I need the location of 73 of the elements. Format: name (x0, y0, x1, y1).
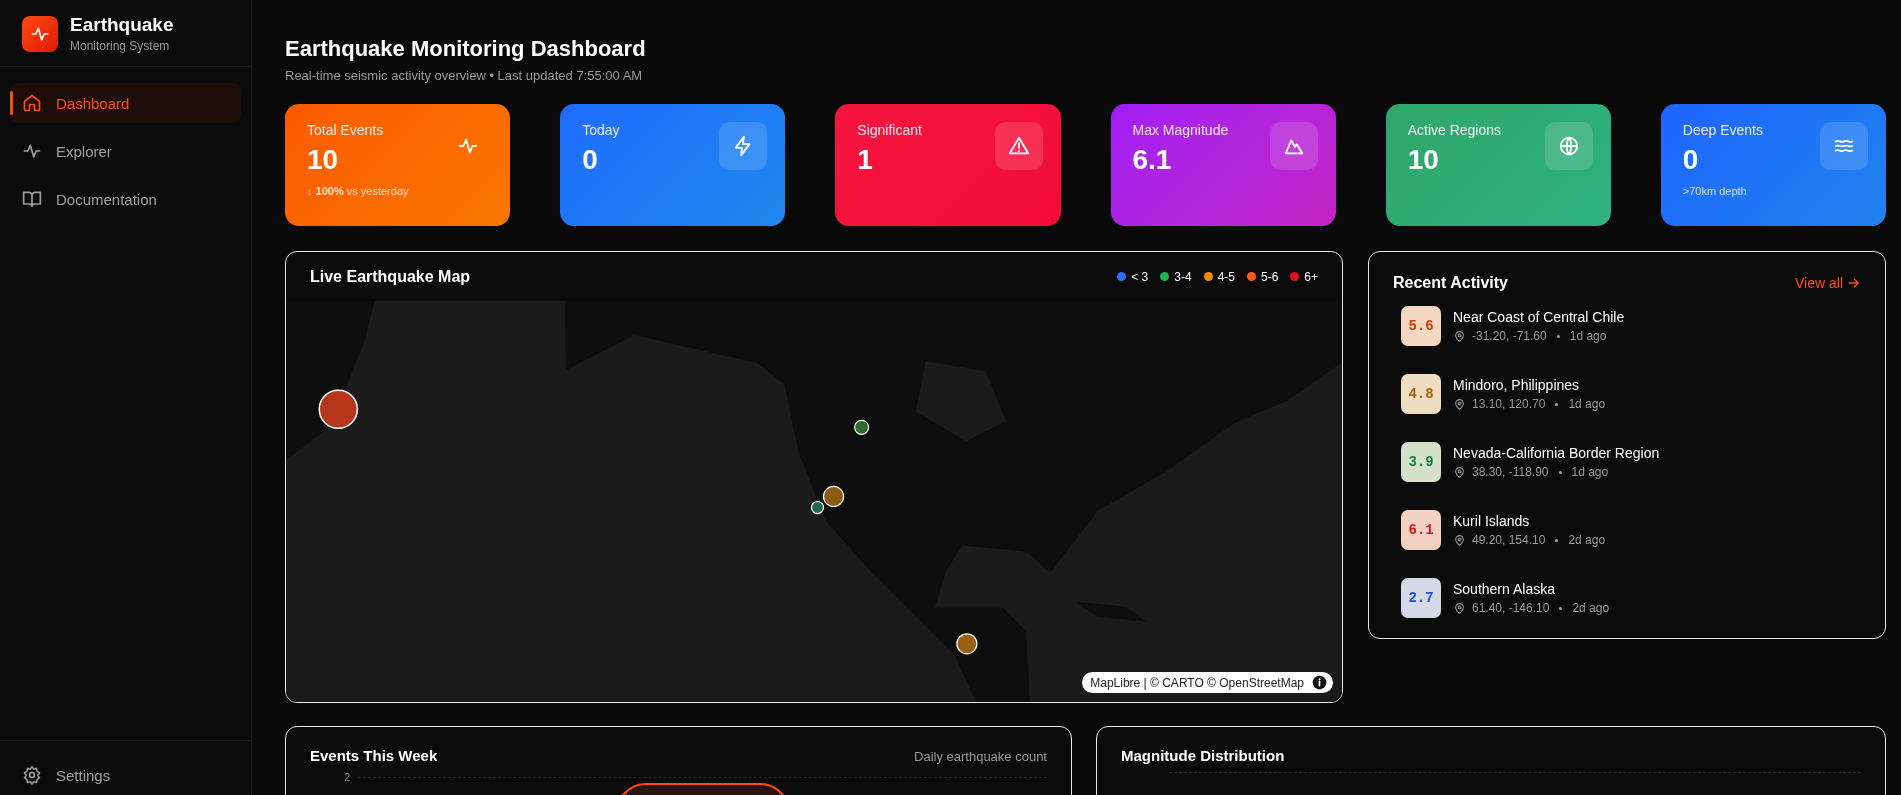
stat-value: 0 (582, 144, 598, 176)
coordinates: 13.10, 120.70 (1472, 397, 1546, 411)
magnitude-badge: 2.7 (1401, 578, 1441, 618)
legend-label: 4-5 (1217, 269, 1235, 284)
legend-label: 3-4 (1174, 269, 1192, 284)
stat-label: Total Events (307, 122, 384, 138)
place-name: Southern Alaska (1453, 581, 1556, 597)
magnitude-badge: 5.6 (1401, 306, 1441, 346)
stat-label: Max Magnitude (1132, 122, 1229, 138)
time-ago: 1d ago (1568, 397, 1606, 411)
panel-title: Live Earthquake Map (310, 267, 471, 286)
location-pin-icon (1453, 397, 1466, 411)
stat-label: Deep Events (1682, 122, 1763, 138)
time-ago: 2d ago (1568, 533, 1606, 547)
place-name: Mindoro, Philippines (1453, 377, 1581, 393)
separator-dot (1558, 470, 1562, 474)
stat-value: 10 (307, 144, 339, 176)
stat-label: Today (582, 122, 620, 138)
stat-value: 1 (857, 144, 873, 176)
warning-icon (1007, 135, 1030, 157)
app-subtitle: Monitoring System (70, 39, 171, 53)
view-all-link[interactable]: View all (1795, 275, 1861, 291)
stat-note: >70km depth (1682, 185, 1748, 197)
separator-dot (1555, 538, 1559, 542)
nav-item[interactable]: Explorer (10, 131, 241, 171)
page-title: Earthquake Monitoring Dashboard (285, 36, 647, 62)
time-ago: 2d ago (1572, 601, 1610, 615)
time-ago: 1d ago (1571, 465, 1609, 479)
coordinates: 38.30, -118.90 (1472, 465, 1549, 479)
arrow-icon (1847, 276, 1861, 290)
coordinates: 49.20, 154.10 (1472, 533, 1546, 547)
location-pin-icon (1453, 533, 1466, 547)
legend-label: 6+ (1304, 269, 1318, 284)
coordinates: 61.40, -146.10 (1472, 601, 1550, 615)
panel-title: Recent Activity (1393, 274, 1508, 292)
info-icon[interactable] (1312, 675, 1327, 690)
book-icon (22, 189, 42, 209)
stat-value: 0 (1682, 144, 1699, 176)
nav-item[interactable]: Settings (10, 755, 241, 795)
home-icon (22, 93, 42, 113)
globe-icon (1557, 135, 1580, 157)
separator-dot (1556, 334, 1560, 338)
app-name: Earthquake (70, 14, 174, 36)
place-name: Nevada-California Border Region (1453, 445, 1660, 461)
magnitude-badge: 3.9 (1401, 442, 1441, 482)
settings-icon (22, 765, 42, 785)
stat-note: ↓ 100% vs yesterday (307, 185, 410, 197)
panel-title: Magnitude Distribution (1121, 747, 1285, 764)
stat-label: Active Regions (1407, 122, 1502, 138)
panel-title: Events This Week (310, 747, 438, 764)
nav-item[interactable]: Documentation (10, 179, 241, 219)
magnitude-badge: 4.8 (1401, 374, 1441, 414)
stat-label: Significant (857, 122, 922, 138)
attribution-text[interactable]: MapLibre | © CARTO © OpenStreetMap (1090, 675, 1304, 690)
time-ago: 1d ago (1569, 329, 1607, 343)
magnitude-badge: 6.1 (1401, 510, 1441, 550)
coordinates: -31.20, -71.60 (1472, 329, 1547, 343)
place-name: Near Coast of Central Chile (1453, 309, 1625, 325)
legend-label: < 3 (1131, 269, 1149, 284)
separator-dot (1559, 606, 1563, 610)
location-pin-icon (1453, 329, 1466, 343)
stat-value: 6.1 (1132, 144, 1172, 176)
page-subtitle: Real-time seismic activity overview • Last updated 7:55:00 AM (285, 68, 644, 83)
chart-caption: Daily earthquake count (914, 749, 1047, 764)
location-pin-icon (1453, 465, 1466, 479)
place-name: Kuril Islands (1453, 513, 1531, 529)
nav-item[interactable]: Dashboard (10, 83, 241, 123)
pulse-icon (22, 141, 42, 161)
axis-tick: 2 (343, 772, 350, 783)
legend-label: 5-6 (1260, 269, 1279, 284)
stat-value: 10 (1407, 144, 1439, 176)
location-pin-icon (1453, 601, 1466, 615)
separator-dot (1555, 402, 1559, 406)
